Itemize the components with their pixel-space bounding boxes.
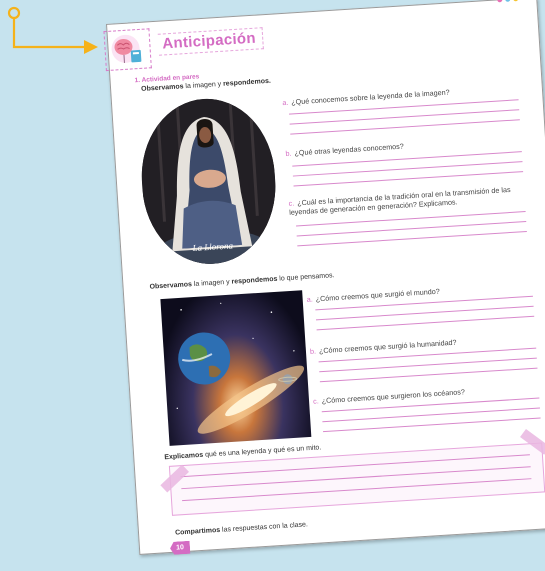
answer-line[interactable]: [182, 478, 532, 502]
question-2b-text: ¿Cómo creemos que surgió la humanidad?: [318, 337, 457, 356]
share-verb: Compartimos: [174, 526, 221, 537]
share-rest: las respuestas con la clase.: [219, 521, 309, 534]
page-number: 10: [170, 541, 191, 555]
earth-galaxy-image: [160, 290, 312, 446]
instruction-2-end: lo que pensamos.: [277, 272, 335, 283]
worksheet-page: Anticipación 1. Actividad en pares Obser…: [103, 0, 545, 555]
question-1b: b. ¿Qué otras leyendas conocemos?: [285, 134, 525, 158]
question-1b-letter: b.: [285, 148, 292, 158]
instruction-1-mid: la imagen y: [183, 80, 224, 91]
question-1c: c. ¿Cuál es la importancia de la tradició…: [288, 184, 529, 217]
answer-line[interactable]: [181, 466, 531, 490]
color-dots: [497, 0, 519, 3]
question-2c-letter: c.: [312, 396, 319, 406]
instruction-share: Compartimos las respuestas con la clase.: [175, 521, 308, 536]
question-1a: a. ¿Qué conocemos sobre la leyenda de la …: [281, 83, 522, 108]
section-title: Anticipación: [157, 27, 264, 56]
question-1b-text: ¿Qué otras leyendas conocemos?: [294, 141, 405, 158]
question-2b: b. ¿Cómo creemos que surgió la humanidad?: [309, 332, 540, 356]
instruction-2: Observamos la imagen y respondemos lo qu…: [149, 272, 334, 291]
instruction-1-verb-b: respondemos.: [222, 77, 272, 88]
question-2c: c. ¿Cómo creemos que surgieron los océano…: [312, 382, 543, 406]
explain-verb: Explicamos: [164, 451, 204, 462]
question-1a-text: ¿Qué conocemos sobre la leyenda de la im…: [290, 87, 450, 107]
instruction-2-verb-b: respondemos: [231, 275, 278, 286]
la-llorona-image: La Llorona: [137, 94, 281, 268]
instruction-1-verb-a: Observamos: [140, 83, 184, 93]
instruction-2-mid: la imagen y: [191, 278, 232, 289]
section-icon-frame: [103, 28, 152, 72]
question-2a-letter: a.: [306, 294, 313, 304]
question-1c-text: ¿Cuál es la importancia de la tradición …: [288, 184, 511, 217]
instruction-2-verb-a: Observamos: [149, 281, 193, 291]
brain-book-icon: [111, 34, 142, 63]
question-1c-letter: c.: [288, 198, 295, 208]
dot-yellow: [513, 0, 519, 2]
question-2b-letter: b.: [309, 346, 317, 356]
answer-line[interactable]: [180, 454, 530, 478]
question-2a: a. ¿Cómo creemos que surgió el mundo?: [306, 281, 536, 304]
dot-pink: [497, 0, 503, 3]
question-1a-letter: a.: [281, 97, 289, 108]
question-2a-text: ¿Cómo creemos que surgió el mundo?: [315, 286, 440, 304]
question-2c-text: ¿Cómo creemos que surgieron los océanos?: [321, 387, 466, 406]
dot-blue: [505, 0, 511, 2]
